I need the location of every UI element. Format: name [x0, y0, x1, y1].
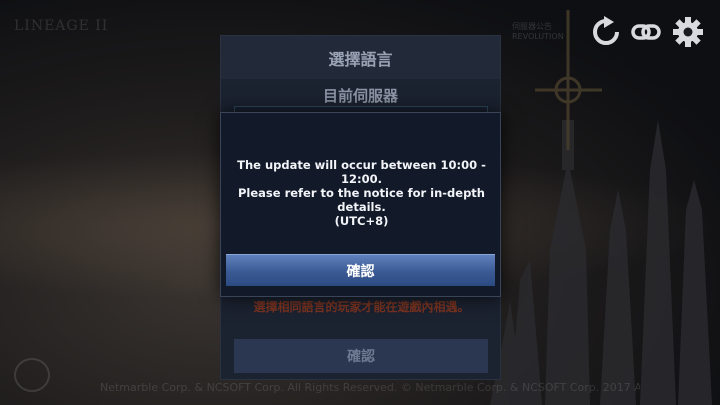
server-notice-text: 伺服器公告 REVOLUTION [512, 22, 564, 42]
gear-icon[interactable] [672, 16, 704, 48]
message-line-3: (UTC+8) [334, 214, 389, 228]
footer-copyright: Netmarble Corp. & NCSOFT Corp. All Right… [100, 381, 640, 394]
language-panel-title: 選擇語言 [221, 36, 500, 79]
server-notice-line-1: 伺服器公告 [512, 22, 552, 31]
link-icon[interactable] [630, 16, 662, 48]
message-line-1: The update will occur between 10:00 - 12… [237, 158, 486, 186]
message-line-2: Please refer to the notice for in-depth … [238, 186, 485, 214]
update-notice-modal: The update will occur between 10:00 - 12… [220, 112, 501, 297]
corner-emblem [14, 358, 50, 392]
update-notice-message: The update will occur between 10:00 - 12… [221, 158, 502, 228]
game-logo: LINEAGE II [14, 18, 109, 34]
refresh-icon[interactable] [590, 16, 622, 48]
language-warning-text: 選擇相同語言的玩家才能在遊戲內相遇。 [253, 300, 470, 314]
confirm-button[interactable]: 確認 [226, 254, 495, 286]
server-notice-line-2: REVOLUTION [512, 32, 564, 41]
language-confirm-button[interactable]: 確認 [234, 339, 488, 373]
